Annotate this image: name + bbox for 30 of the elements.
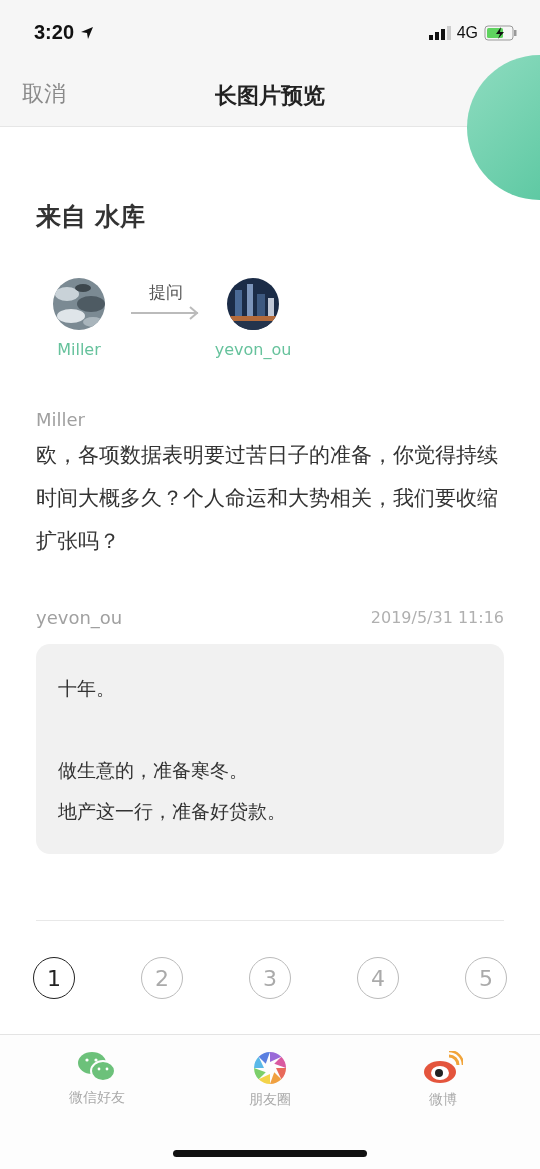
page-button[interactable]: 2 <box>141 957 183 999</box>
answerer-name: yevon_ou <box>214 340 292 359</box>
page-button[interactable]: 1 <box>33 957 75 999</box>
question-author: Miller <box>36 409 86 430</box>
answer-date: 2019/5/31 11:16 <box>370 608 504 627</box>
answer-line: 做生意的，准备寒冬。 <box>58 758 249 783</box>
question-text: 欧，各项数据表明要过苦日子的准备，你觉得持续时间大概多久？个人命运和大势相关，我们要收缩扩张吗？ <box>36 442 499 555</box>
chat-bubbles-icon <box>76 1051 117 1083</box>
cancel-button[interactable]: 取消 <box>22 79 66 109</box>
aperture-icon <box>253 1051 287 1085</box>
asker-name: Miller <box>57 340 101 359</box>
page-button[interactable]: 3 <box>249 957 291 999</box>
answer-author: yevon_ou <box>36 607 123 628</box>
action-label: 提问 <box>149 281 183 304</box>
page-button[interactable]: 4 <box>357 957 399 999</box>
nav-title: 长图片预览 <box>215 81 325 110</box>
page-button[interactable]: 5 <box>465 957 507 999</box>
eye-icon <box>423 1051 464 1085</box>
share-button[interactable]: 微信好友 <box>41 1051 152 1107</box>
status-time: 3:20 <box>34 21 75 44</box>
location-arrow-icon <box>80 25 95 40</box>
signal-icon <box>428 25 451 40</box>
battery-icon <box>484 24 518 41</box>
answer-line: 地产这一行，准备好贷款。 <box>58 799 287 824</box>
arrow-icon <box>131 306 201 320</box>
source-title: 来自 水库 <box>36 201 146 233</box>
answer-line: 十年。 <box>58 676 116 701</box>
share-button[interactable]: 微博 <box>388 1051 499 1109</box>
network-label: 4G <box>456 23 478 42</box>
share-button[interactable]: 朋友圈 <box>215 1051 325 1109</box>
